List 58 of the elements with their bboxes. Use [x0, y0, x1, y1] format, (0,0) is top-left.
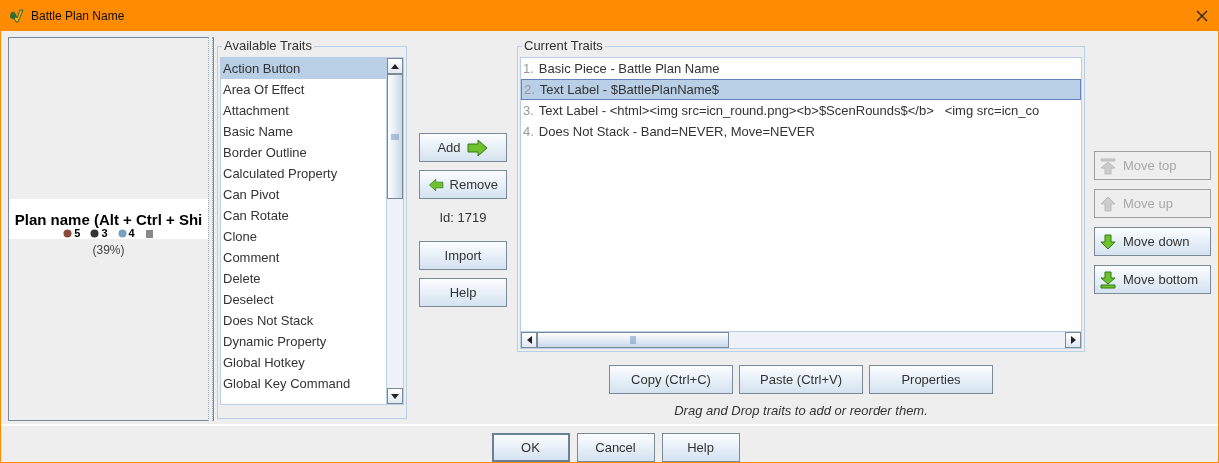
counter-icon — [90, 229, 100, 238]
button[interactable]: Import — [419, 241, 507, 270]
up-arrow-icon[interactable] — [391, 63, 399, 69]
list-item[interactable]: Basic Name — [221, 121, 386, 142]
counter-icon — [144, 229, 154, 238]
button[interactable]: Paste (Ctrl+V) — [739, 365, 863, 394]
scrollbar[interactable] — [386, 58, 403, 404]
count-label: 3 — [101, 228, 108, 239]
button[interactable]: Cancel — [576, 433, 655, 462]
down-arrow-icon — [1099, 232, 1117, 251]
list-item[interactable]: Border Outline — [221, 142, 386, 163]
list-item[interactable]: Clone — [221, 226, 386, 247]
list-item[interactable]: Deselect — [221, 289, 386, 310]
button[interactable]: OK — [491, 433, 570, 462]
scrollbar[interactable] — [521, 331, 1081, 348]
window-title: Battle Plan Name — [31, 7, 125, 25]
list-item[interactable]: Can Rotate — [221, 205, 386, 226]
button[interactable]: Copy (Ctrl+C) — [609, 365, 733, 394]
list-item[interactable]: Attachment — [221, 100, 386, 121]
list-item[interactable]: Calculated Property — [221, 163, 386, 184]
scroll-thumb[interactable] — [387, 74, 403, 199]
add-button[interactable]: Add — [419, 133, 507, 162]
count-label: 4 — [128, 228, 135, 239]
counter-icon — [117, 229, 127, 238]
move-down-button[interactable]: Move down — [1094, 227, 1211, 256]
list-item[interactable]: 4. Does Not Stack - Band=NEVER, Move=NEVER — [521, 121, 1081, 142]
list-item[interactable]: Global Hotkey — [221, 352, 386, 373]
list-item[interactable]: Dynamic Property — [221, 331, 386, 352]
zoom-label: (39%) — [91, 242, 126, 259]
up-arrow-icon — [1099, 194, 1117, 213]
down-arrow-icon — [1099, 270, 1117, 289]
scroll-thumb[interactable] — [537, 332, 729, 348]
list-item[interactable]: Global Key Command — [221, 373, 386, 394]
list-item[interactable]: Does Not Stack — [221, 310, 386, 331]
hint-text: Drag and Drop traits to add or reorder them. — [673, 402, 929, 420]
button[interactable]: Properties — [869, 365, 993, 394]
list-item[interactable]: Comment — [221, 247, 386, 268]
move-bottom-button[interactable]: Move bottom — [1094, 265, 1211, 294]
counter-icon — [63, 229, 73, 238]
list-item[interactable]: Action Button — [221, 58, 386, 79]
down-arrow-icon[interactable] — [391, 393, 399, 399]
button[interactable]: Help — [419, 278, 507, 307]
piece-name-label: Plan name (Alt + Ctrl + Shi — [14, 212, 203, 228]
up-arrow-icon — [1099, 156, 1117, 175]
list-item[interactable]: 2. Text Label - $BattlePlanName$ — [521, 79, 1081, 100]
remove-button[interactable]: Remove — [419, 170, 507, 199]
list-item[interactable]: Delete — [221, 268, 386, 289]
list-item[interactable]: Can Pivot — [221, 184, 386, 205]
list-item[interactable]: 1. Basic Piece - Battle Plan Name — [521, 58, 1081, 79]
app-icon — [9, 7, 25, 24]
button[interactable]: Help — [661, 433, 740, 462]
left-arrow-icon[interactable] — [526, 336, 532, 344]
right-arrow-icon[interactable] — [1070, 336, 1076, 344]
list-item[interactable]: 3. Text Label - <html><img src=icn_round.png><b>$ScenRounds$</b> <img src=icn_co — [521, 100, 1081, 121]
right-arrow-icon — [466, 138, 489, 157]
list-item[interactable]: Area Of Effect — [221, 79, 386, 100]
id-label: Id: 1719 — [438, 209, 488, 227]
count-label: 5 — [74, 228, 81, 239]
